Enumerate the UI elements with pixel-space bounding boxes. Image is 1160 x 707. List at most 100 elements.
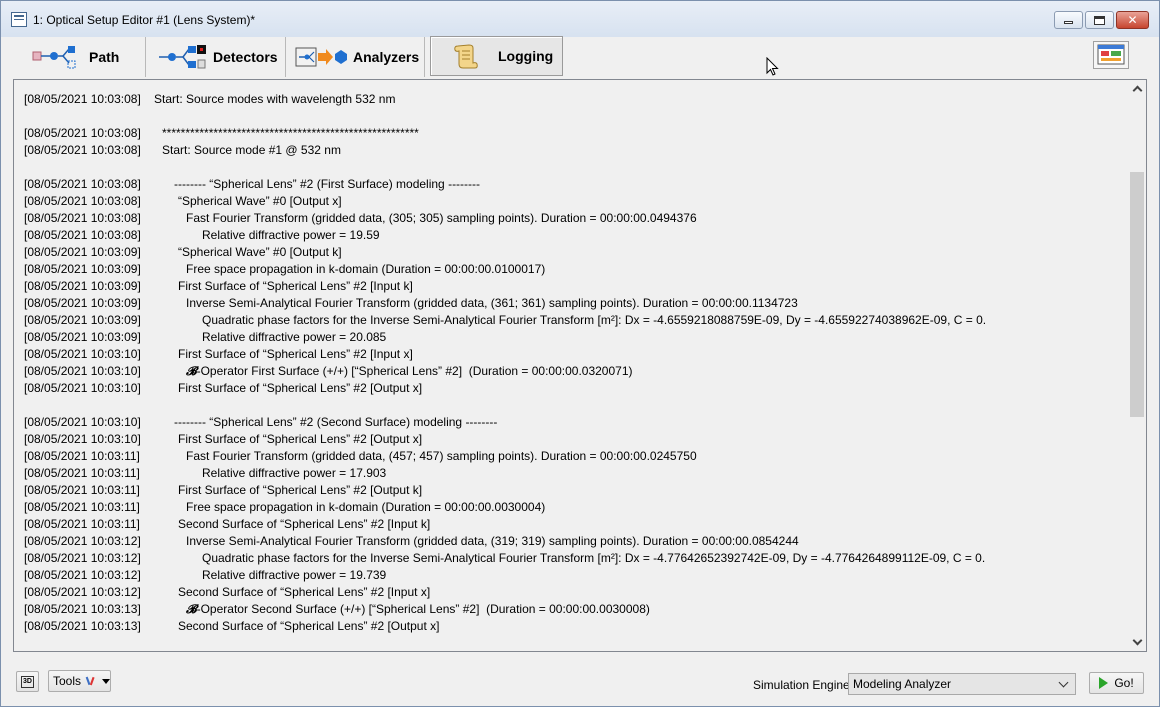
log-message: -------- “Spherical Lens” #2 (First Surf… <box>174 177 481 191</box>
chevron-down-icon <box>1058 677 1069 688</box>
tab-analyzers[interactable]: Analyzers <box>295 37 419 77</box>
log-message: First Surface of “Spherical Lens” #2 [Ou… <box>178 483 423 497</box>
log-message: First Surface of “Spherical Lens” #2 [In… <box>178 347 413 361</box>
chevron-down-icon <box>1132 635 1142 646</box>
log-timestamp: [08/05/2021 10:03:08] <box>24 126 141 140</box>
scrollbar-thumb[interactable] <box>1130 172 1144 417</box>
cube-3d-icon: 3D <box>21 675 34 688</box>
tools-button[interactable]: Tools <box>48 670 111 692</box>
minimize-button[interactable] <box>1054 11 1083 29</box>
simulation-engine-label: Simulation Engine <box>753 678 850 692</box>
log-timestamp: [08/05/2021 10:03:09] <box>24 296 141 310</box>
log-message: Relative diffractive power = 19.59 <box>202 228 380 242</box>
log-message: Start: Source mode #1 @ 532 nm <box>162 143 341 157</box>
log-timestamp: [08/05/2021 10:03:10] <box>24 381 141 395</box>
mouse-cursor-icon <box>766 57 779 76</box>
log-message: Relative diffractive power = 17.903 <box>202 466 387 480</box>
tab-detectors[interactable]: Detectors <box>159 37 283 77</box>
dropdown-caret-icon <box>102 678 110 684</box>
window-controls: ✕ <box>1054 11 1149 29</box>
log-timestamp: [08/05/2021 10:03:09] <box>24 245 141 259</box>
log-timestamp: [08/05/2021 10:03:09] <box>24 262 141 276</box>
log-timestamp: [08/05/2021 10:03:09] <box>24 313 141 327</box>
log-panel[interactable]: [08/05/2021 10:03:08] Start: Source modes… <box>13 79 1147 652</box>
minimize-icon <box>1064 21 1073 24</box>
scroll-icon <box>454 44 478 69</box>
log-message: First Surface of “Spherical Lens” #2 [In… <box>178 279 413 293</box>
vertical-scrollbar[interactable] <box>1128 80 1146 651</box>
tools-icon <box>85 676 95 686</box>
go-label: Go! <box>1114 676 1134 690</box>
log-timestamp: [08/05/2021 10:03:10] <box>24 347 141 361</box>
log-message: “Spherical Wave” #0 [Output k] <box>178 245 342 259</box>
scroll-up-button[interactable] <box>1128 80 1146 97</box>
analyzers-icon <box>295 47 347 67</box>
log-timestamp: [08/05/2021 10:03:12] <box>24 534 141 548</box>
tab-separator <box>285 37 286 77</box>
log-timestamp: [08/05/2021 10:03:11] <box>24 483 140 497</box>
tab-detectors-label: Detectors <box>213 49 278 65</box>
path-icon <box>32 46 76 69</box>
log-timestamp: [08/05/2021 10:03:13] <box>24 619 141 633</box>
log-timestamp: [08/05/2021 10:03:09] <box>24 279 141 293</box>
log-timestamp: [08/05/2021 10:03:12] <box>24 568 141 582</box>
log-message: Start: Source modes with wavelength 532 … <box>154 92 396 106</box>
tab-logging[interactable]: Logging <box>430 36 563 76</box>
window-icon[interactable] <box>11 12 27 27</box>
log-timestamp: [08/05/2021 10:03:13] <box>24 602 141 616</box>
log-timestamp: [08/05/2021 10:03:10] <box>24 364 141 378</box>
tools-label: Tools <box>53 674 82 688</box>
layout-settings-button[interactable] <box>1093 41 1129 69</box>
tab-separator <box>424 37 425 77</box>
log-message: Quadratic phase factors for the Inverse … <box>202 551 986 565</box>
log-timestamp: [08/05/2021 10:03:10] <box>24 415 141 429</box>
tab-path[interactable]: Path <box>31 37 143 77</box>
log-message: “Spherical Wave” #0 [Output x] <box>178 194 342 208</box>
log-timestamp: [08/05/2021 10:03:11] <box>24 466 140 480</box>
log-timestamp: [08/05/2021 10:03:09] <box>24 330 141 344</box>
maximize-button[interactable] <box>1085 11 1114 29</box>
log-message: ****************************************… <box>162 126 419 140</box>
log-timestamp: [08/05/2021 10:03:08] <box>24 177 141 191</box>
play-icon <box>1099 677 1109 689</box>
close-icon: ✕ <box>1127 13 1138 27</box>
log-message-text: -Operator Second Surface (+/+) [“Spheric… <box>196 602 650 616</box>
log-timestamp: [08/05/2021 10:03:10] <box>24 432 141 446</box>
log-message: Relative diffractive power = 20.085 <box>202 330 387 344</box>
log-message: -------- “Spherical Lens” #2 (Second Sur… <box>174 415 498 429</box>
log-message: First Surface of “Spherical Lens” #2 [Ou… <box>178 381 423 395</box>
maximize-icon <box>1094 15 1105 25</box>
log-message: 𝓑-Operator Second Surface (+/+) [“Spheri… <box>186 601 650 618</box>
log-timestamp: [08/05/2021 10:03:12] <box>24 585 141 599</box>
scroll-down-button[interactable] <box>1128 634 1146 651</box>
log-timestamp: [08/05/2021 10:03:11] <box>24 449 140 463</box>
log-timestamp: [08/05/2021 10:03:11] <box>24 500 140 514</box>
log-timestamp: [08/05/2021 10:03:08] <box>24 194 141 208</box>
b-operator-symbol: 𝓑 <box>186 364 197 378</box>
b-operator-symbol: 𝓑 <box>186 602 197 616</box>
close-button[interactable]: ✕ <box>1116 11 1149 29</box>
window-layout-icon <box>1097 44 1125 65</box>
log-timestamp: [08/05/2021 10:03:08] <box>24 211 141 225</box>
log-message: Fast Fourier Transform (gridded data, (3… <box>186 211 697 225</box>
log-message: Fast Fourier Transform (gridded data, (4… <box>186 449 697 463</box>
log-message: 𝓑-Operator First Surface (+/+) [“Spheric… <box>186 363 632 380</box>
go-button[interactable]: Go! <box>1089 672 1144 694</box>
simulation-engine-select[interactable]: Modeling Analyzer <box>848 673 1076 695</box>
log-timestamp: [08/05/2021 10:03:08] <box>24 143 141 157</box>
log-message: Inverse Semi-Analytical Fourier Transfor… <box>186 296 798 310</box>
log-message: Quadratic phase factors for the Inverse … <box>202 313 987 327</box>
log-timestamp: [08/05/2021 10:03:08] <box>24 228 141 242</box>
log-message: Free space propagation in k-domain (Dura… <box>186 500 546 514</box>
tab-analyzers-label: Analyzers <box>353 49 420 65</box>
simulation-engine-value: Modeling Analyzer <box>853 677 952 691</box>
optical-setup-editor-window: 1: Optical Setup Editor #1 (Lens System)… <box>0 0 1160 707</box>
log-message: Relative diffractive power = 19.739 <box>202 568 387 582</box>
3d-view-button[interactable]: 3D <box>16 671 39 692</box>
title-bar[interactable]: 1: Optical Setup Editor #1 (Lens System)… <box>1 1 1159 37</box>
log-message: Free space propagation in k-domain (Dura… <box>186 262 546 276</box>
log-timestamp: [08/05/2021 10:03:11] <box>24 517 140 531</box>
log-message: Second Surface of “Spherical Lens” #2 [O… <box>178 619 440 633</box>
log-timestamp: [08/05/2021 10:03:08] <box>24 92 141 106</box>
log-message: Second Surface of “Spherical Lens” #2 [I… <box>178 517 431 531</box>
